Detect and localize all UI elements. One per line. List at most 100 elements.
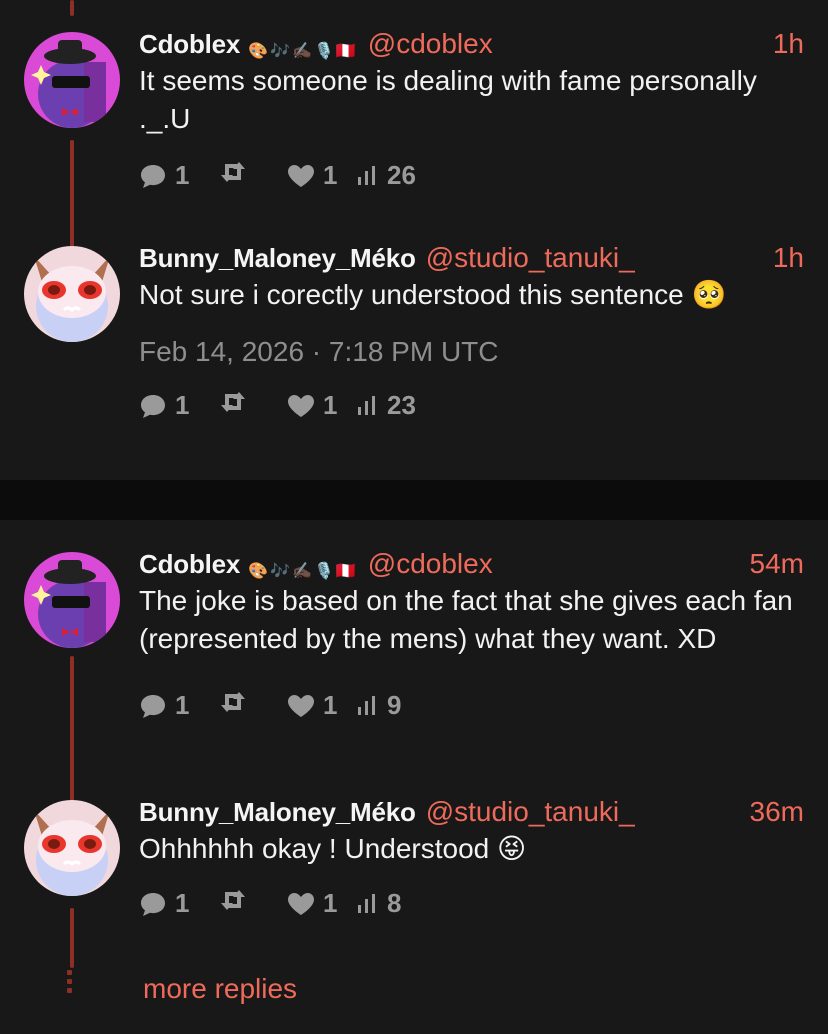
avatar-cdoblex-icon	[24, 552, 120, 648]
palette-icon: 🎨	[248, 43, 269, 60]
repost-icon	[221, 162, 245, 182]
reply-count: 1	[175, 160, 190, 190]
reply-icon	[141, 694, 165, 718]
music-notes-icon: 🎶	[270, 43, 291, 60]
author-handle[interactable]: @cdoblex	[368, 548, 493, 579]
repost-icon	[221, 392, 245, 412]
post-header: Bunny_Maloney_Méko @studio_tanuki_ 36m	[139, 796, 804, 830]
views-icon	[358, 893, 375, 913]
like-count: 1	[323, 888, 338, 918]
post-time[interactable]: 1h	[773, 242, 804, 274]
microphone-icon: 🎙️	[313, 43, 334, 60]
palette-icon: 🎨	[248, 563, 269, 580]
repost-button[interactable]	[219, 160, 247, 184]
reply-icon	[141, 394, 165, 418]
repost-icon	[221, 890, 245, 910]
post-time[interactable]: 54m	[750, 548, 804, 580]
post-time[interactable]: 36m	[750, 796, 804, 828]
post-text: Ohhhhhh okay ! Understood 😝	[139, 833, 527, 864]
thread-line	[70, 908, 74, 968]
reply-icon	[141, 892, 165, 916]
reply-button[interactable]: 1	[139, 390, 189, 421]
view-count: 23	[387, 390, 416, 420]
author-badges: 🎨 🎶 ✍🏿 🎙️ 🇵🇪	[248, 41, 358, 61]
author-name[interactable]: Cdoblex	[139, 549, 240, 579]
heart-icon	[288, 694, 314, 717]
views-icon	[358, 695, 375, 715]
avatar-bunny-icon	[24, 800, 120, 896]
author-handle[interactable]: @studio_tanuki_	[426, 796, 635, 827]
avatar[interactable]	[24, 552, 120, 648]
post-content: Cdoblex 🎨 🎶 ✍🏿 🎙️ 🇵🇪 @cdoblex 54m The joke is …	[139, 548, 804, 724]
thread-1: Cdoblex 🎨 🎶 ✍🏿 🎙️ 🇵🇪 @cdoblex 1h It seems some…	[0, 0, 828, 480]
reply-count: 1	[175, 690, 190, 720]
post-text: Not sure i corectly understood this sent…	[139, 279, 727, 310]
views-icon	[358, 395, 375, 415]
like-button[interactable]: 1	[287, 888, 337, 919]
heart-icon	[288, 394, 314, 417]
avatar-bunny-icon	[24, 246, 120, 342]
avatar[interactable]	[24, 32, 120, 128]
view-count: 26	[387, 160, 416, 190]
avatar[interactable]	[24, 246, 120, 342]
views-button[interactable]: 8	[357, 888, 401, 919]
reply-count: 1	[175, 888, 190, 918]
peru-flag-icon: 🇵🇪	[335, 563, 356, 580]
reply-button[interactable]: 1	[139, 160, 189, 191]
post-date[interactable]: Feb 14, 2026 · 7:18 PM UTC	[139, 336, 804, 368]
reply-button[interactable]: 1	[139, 888, 189, 919]
heart-icon	[288, 164, 314, 187]
more-replies-dots	[66, 970, 74, 997]
repost-button[interactable]	[219, 690, 247, 714]
writing-hand-icon: ✍🏿	[292, 563, 312, 580]
post-actions: 1 1 9	[139, 690, 804, 724]
view-count: 9	[387, 690, 402, 720]
post-text: The joke is based on the fact that she g…	[139, 585, 793, 654]
post-header: Bunny_Maloney_Méko @studio_tanuki_ 1h	[139, 242, 804, 276]
author-name[interactable]: Bunny_Maloney_Méko	[139, 797, 416, 827]
author-name[interactable]: Cdoblex	[139, 29, 240, 59]
repost-icon	[221, 692, 245, 712]
views-button[interactable]: 23	[357, 390, 416, 421]
heart-icon	[288, 892, 314, 915]
views-icon	[358, 165, 375, 185]
author-name[interactable]: Bunny_Maloney_Méko	[139, 243, 416, 273]
avatar[interactable]	[24, 800, 120, 896]
avatar-cdoblex-icon	[24, 32, 120, 128]
author-handle[interactable]: @studio_tanuki_	[426, 242, 635, 273]
post-content: Bunny_Maloney_Méko @studio_tanuki_ 1h Not…	[139, 242, 804, 424]
post-time[interactable]: 1h	[773, 28, 804, 60]
views-button[interactable]: 9	[357, 690, 401, 721]
like-count: 1	[323, 390, 338, 420]
like-button[interactable]: 1	[287, 390, 337, 421]
thread-2: Cdoblex 🎨 🎶 ✍🏿 🎙️ 🇵🇪 @cdoblex 54m The joke is …	[0, 520, 828, 1034]
reply-button[interactable]: 1	[139, 690, 189, 721]
more-replies-link[interactable]: more replies	[143, 973, 297, 1005]
writing-hand-icon: ✍🏿	[292, 43, 312, 60]
post-actions: 1 1 26	[139, 160, 804, 194]
repost-button[interactable]	[219, 390, 247, 414]
reply-count: 1	[175, 390, 190, 420]
thread-separator	[0, 480, 828, 520]
post-actions: 1 1 8	[139, 888, 804, 922]
post-header: Cdoblex 🎨 🎶 ✍🏿 🎙️ 🇵🇪 @cdoblex 1h	[139, 28, 804, 62]
post-actions: 1 1 23	[139, 390, 804, 424]
music-notes-icon: 🎶	[270, 563, 291, 580]
thread-line	[70, 656, 74, 808]
post-header: Cdoblex 🎨 🎶 ✍🏿 🎙️ 🇵🇪 @cdoblex 54m	[139, 548, 804, 582]
author-badges: 🎨 🎶 ✍🏿 🎙️ 🇵🇪	[248, 561, 358, 581]
view-count: 8	[387, 888, 402, 918]
reply-icon	[141, 164, 165, 188]
views-button[interactable]: 26	[357, 160, 416, 191]
post-text: It seems someone is dealing with fame pe…	[139, 65, 757, 134]
like-button[interactable]: 1	[287, 160, 337, 191]
peru-flag-icon: 🇵🇪	[335, 43, 356, 60]
post-content: Bunny_Maloney_Méko @studio_tanuki_ 36m Oh…	[139, 796, 804, 922]
microphone-icon: 🎙️	[313, 563, 334, 580]
author-handle[interactable]: @cdoblex	[368, 28, 493, 59]
like-count: 1	[323, 690, 338, 720]
repost-button[interactable]	[219, 888, 247, 912]
like-button[interactable]: 1	[287, 690, 337, 721]
post-content: Cdoblex 🎨 🎶 ✍🏿 🎙️ 🇵🇪 @cdoblex 1h It seems some…	[139, 28, 804, 194]
like-count: 1	[323, 160, 338, 190]
